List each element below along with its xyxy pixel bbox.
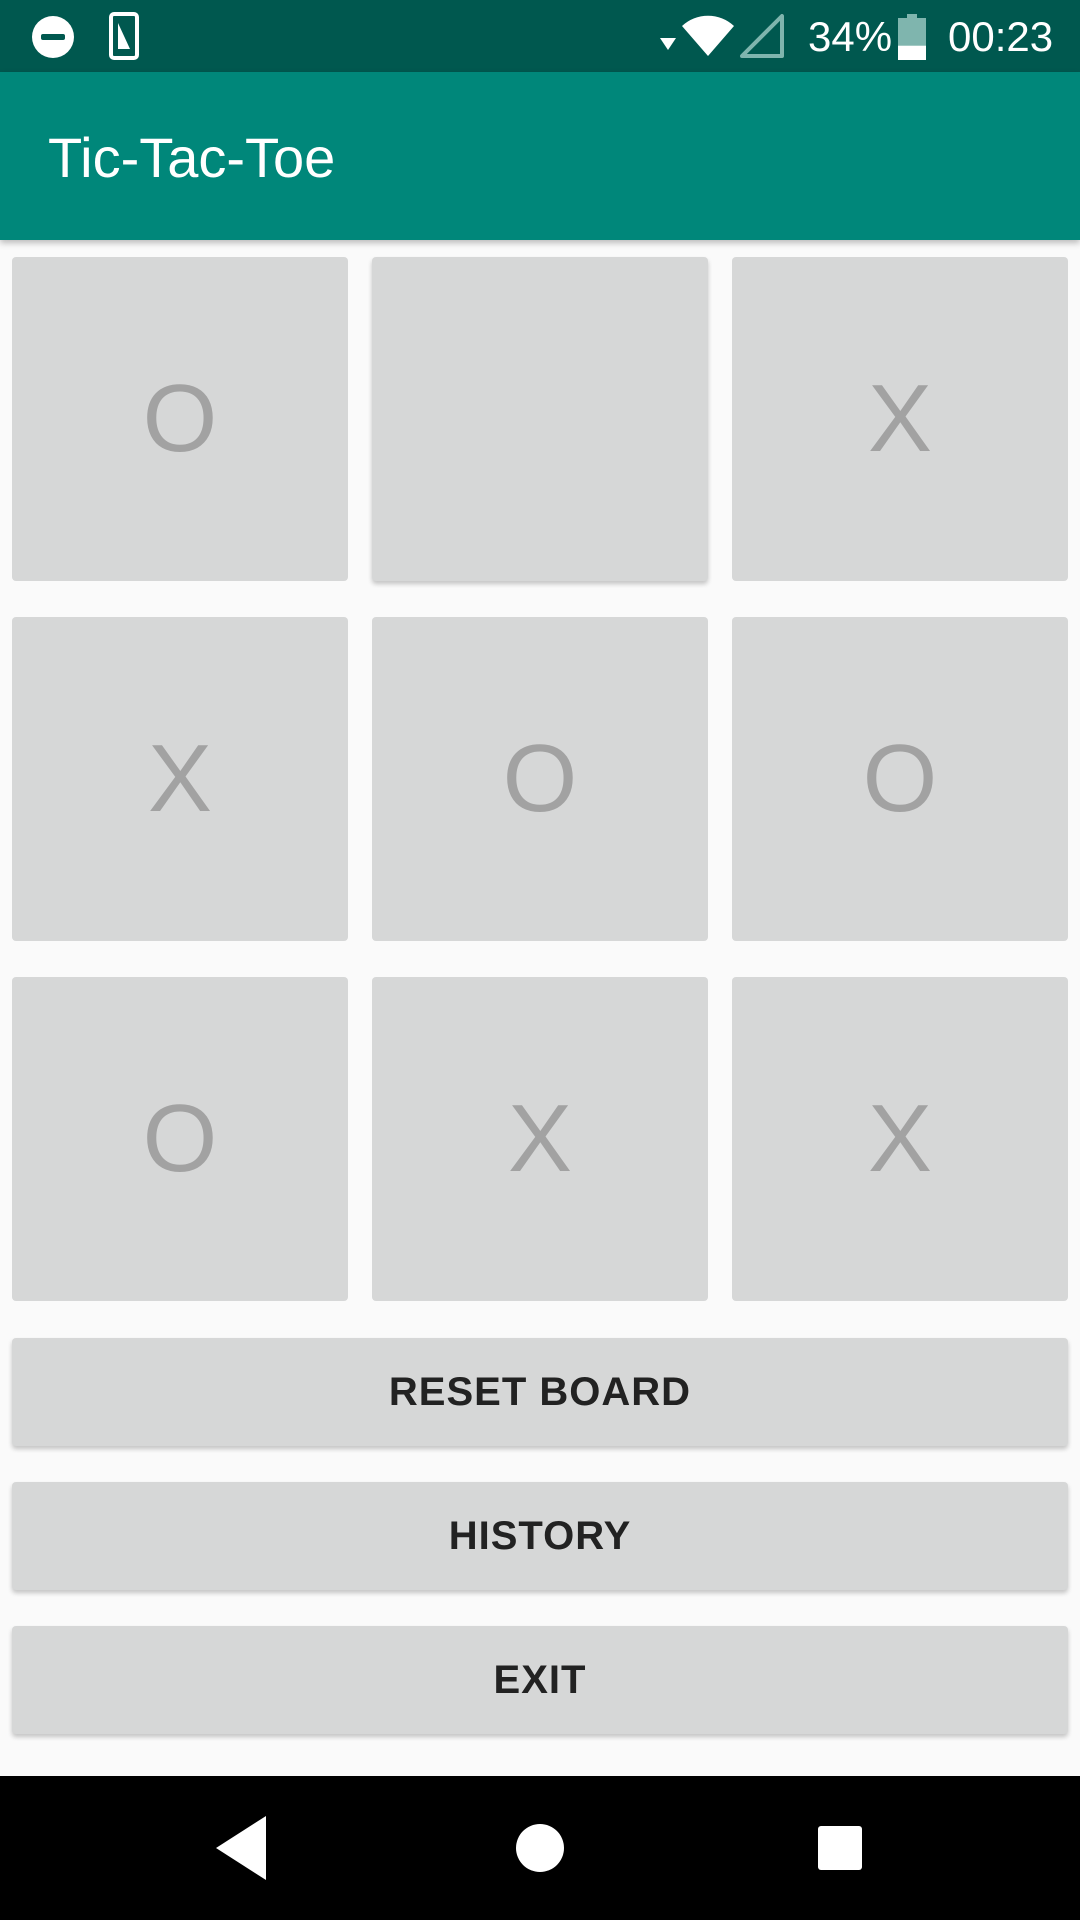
game-board: O X X O O O X X — [12, 257, 1068, 1302]
home-icon[interactable] — [516, 1824, 564, 1872]
board-cell-9[interactable]: X — [732, 977, 1068, 1301]
back-icon[interactable] — [216, 1816, 266, 1880]
battery-percent: 34% — [808, 13, 893, 60]
history-button[interactable]: HISTORY — [12, 1482, 1068, 1590]
wifi-icon — [682, 15, 734, 57]
status-bar: 34% 00:23 — [0, 0, 1080, 72]
device-icon — [109, 12, 139, 60]
board-cell-3[interactable]: X — [732, 257, 1068, 581]
board-cell-4[interactable]: X — [12, 617, 348, 941]
navigation-bar — [0, 1776, 1080, 1920]
board-cell-6[interactable]: O — [732, 617, 1068, 941]
exit-button[interactable]: EXIT — [12, 1626, 1068, 1734]
board-cell-8[interactable]: X — [372, 977, 708, 1301]
board-cell-1[interactable]: O — [12, 257, 348, 581]
app-title: Tic-Tac-Toe — [48, 126, 336, 189]
do-not-disturb-icon — [32, 16, 74, 58]
board-cell-5[interactable]: O — [372, 617, 708, 941]
recents-icon[interactable] — [818, 1826, 862, 1870]
board-cell-7[interactable]: O — [12, 977, 348, 1301]
clock: 00:23 — [948, 13, 1054, 60]
board-cell-2[interactable] — [372, 257, 708, 581]
signal-icon — [740, 14, 784, 58]
battery-icon — [898, 14, 926, 60]
app-bar: Tic-Tac-Toe — [0, 72, 1080, 240]
data-arrow-icon — [660, 38, 676, 50]
reset-board-button[interactable]: RESET BOARD — [12, 1338, 1068, 1446]
